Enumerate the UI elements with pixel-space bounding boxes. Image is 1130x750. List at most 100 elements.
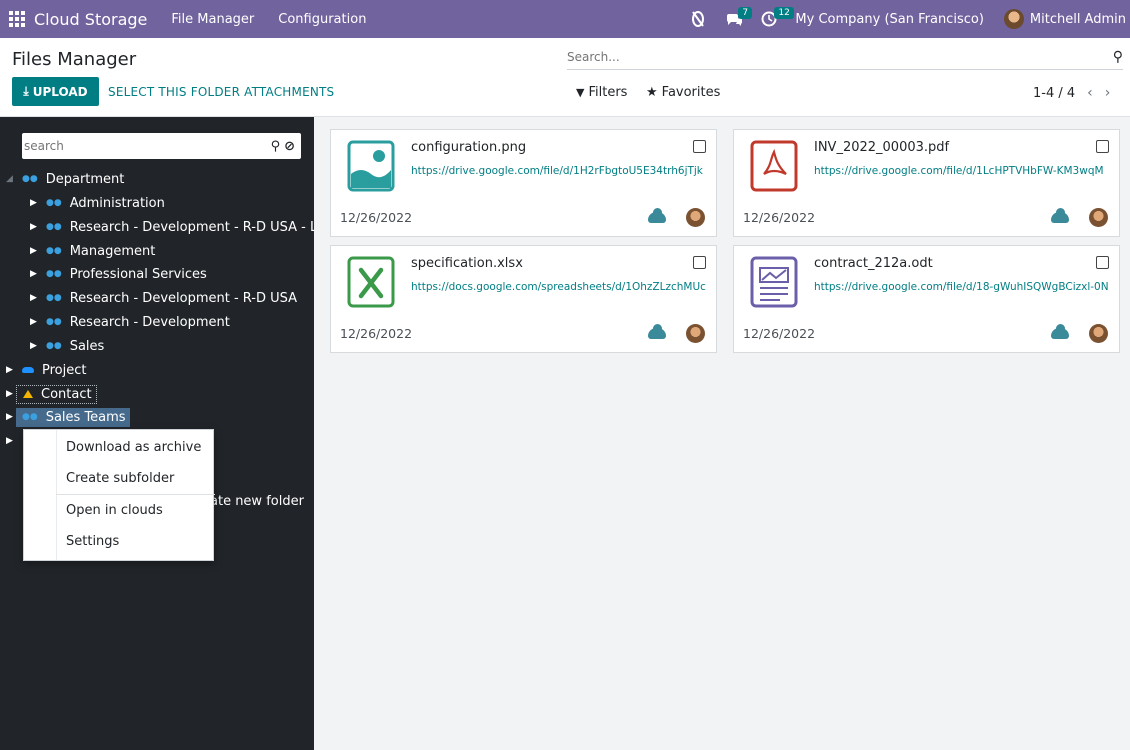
favorites-label: Favorites (661, 85, 721, 100)
file-card[interactable]: specification.xlsx https://docs.google.c… (330, 245, 717, 353)
user-avatar (1003, 9, 1024, 29)
file-url[interactable]: https://drive.google.com/file/d/1LcHPTVH… (814, 165, 1114, 177)
debug-button[interactable] (689, 10, 707, 28)
select-checkbox[interactable] (1096, 140, 1109, 153)
file-card[interactable]: configuration.png https://drive.google.c… (330, 129, 717, 237)
file-date: 12/26/2022 (743, 210, 816, 225)
select-folder-attachments-button[interactable]: SELECT THIS FOLDER ATTACHMENTS (108, 85, 334, 99)
file-card[interactable]: contract_212a.odt https://drive.google.c… (733, 245, 1120, 353)
tree-item-management[interactable]: ▶ ●● Management (30, 240, 155, 262)
search-icon[interactable]: ⚲ (271, 139, 281, 154)
tree-label: Research - Development - R-D USA - Long (69, 219, 314, 235)
activities-button[interactable]: 12 (761, 7, 794, 27)
company-switcher[interactable]: My Company (San Francisco) (795, 12, 983, 27)
select-checkbox[interactable] (693, 140, 706, 153)
folder-context-menu: Download as archive Create subfolder Ope… (23, 429, 215, 561)
caret-right-icon[interactable]: ▶ (6, 412, 16, 422)
create-new-folder-link[interactable]: ate new folder (210, 494, 304, 509)
menu-configuration[interactable]: Configuration (278, 12, 366, 27)
tree-item-department[interactable]: ◢ ●● Department (6, 168, 124, 190)
tree-item-sales-teams[interactable]: ▶ ●● Sales Teams (6, 406, 130, 428)
tree-label: Professional Services (69, 266, 207, 282)
filter-icon: ▼ (576, 86, 585, 99)
caret-right-icon[interactable]: ▶ (6, 389, 16, 399)
file-name[interactable]: specification.xlsx (411, 256, 523, 271)
tree-label: Project (42, 362, 87, 378)
contact-focus-box[interactable]: Contact (16, 384, 97, 404)
pager-next-icon[interactable]: › (1105, 85, 1111, 101)
menu-gutter (56, 430, 57, 560)
tree-item-project[interactable]: ▶ Project (6, 359, 86, 381)
caret-right-icon[interactable]: ▶ (6, 436, 16, 446)
pager-previous-icon[interactable]: ‹ (1087, 85, 1093, 101)
tree-item-professional-services[interactable]: ▶ ●● Professional Services (30, 263, 207, 285)
favorites-button[interactable]: ★ Favorites (646, 85, 720, 100)
menu-create-subfolder[interactable]: Create subfolder (66, 471, 174, 486)
file-name[interactable]: INV_2022_00003.pdf (814, 140, 949, 155)
select-checkbox[interactable] (693, 256, 706, 269)
menu-file-manager[interactable]: File Manager (171, 12, 254, 27)
tree-item-research-development[interactable]: ▶ ●● Research - Development (30, 311, 230, 333)
cloud-icon (1051, 208, 1069, 223)
file-name[interactable]: configuration.png (411, 140, 526, 155)
apps-grid-icon (9, 11, 25, 27)
apps-menu-button[interactable] (0, 0, 34, 38)
file-url[interactable]: https://docs.google.com/spreadsheets/d/1… (411, 281, 711, 293)
file-url[interactable]: https://drive.google.com/file/d/1H2rFbgt… (411, 165, 711, 177)
tree-item-administration[interactable]: ▶ ●● Administration (30, 192, 165, 214)
tree-item-rd-usa-long[interactable]: ▶ ●● Research - Development - R-D USA - … (30, 216, 314, 238)
tree-item-sales[interactable]: ▶ ●● Sales (30, 335, 104, 357)
onedrive-icon (22, 367, 34, 373)
cloud-icon: ●● (22, 412, 38, 422)
folder-search-input[interactable] (24, 139, 267, 153)
caret-right-icon[interactable]: ▶ (30, 269, 40, 279)
caret-right-icon[interactable]: ▶ (30, 317, 40, 327)
search-bar: ⚲ (567, 45, 1123, 70)
download-icon: ⤓ (23, 84, 29, 98)
pager: 1-4 / 4 ‹ › (1033, 85, 1110, 101)
pager-value[interactable]: 1-4 / 4 (1033, 86, 1075, 101)
app-name[interactable]: Cloud Storage (34, 10, 147, 29)
file-card[interactable]: INV_2022_00003.pdf https://drive.google.… (733, 129, 1120, 237)
tree-item-hidden[interactable]: ▶ (6, 430, 16, 452)
caret-right-icon[interactable]: ▶ (30, 222, 40, 232)
file-date: 12/26/2022 (340, 210, 413, 225)
tree-label: Sales Teams (45, 409, 126, 425)
cloud-icon: ●● (46, 198, 62, 208)
caret-right-icon[interactable]: ▶ (30, 198, 40, 208)
activities-badge: 12 (774, 7, 794, 19)
caret-down-icon[interactable]: ◢ (6, 174, 16, 184)
menu-open-in-clouds[interactable]: Open in clouds (66, 503, 163, 518)
sales-teams-selected[interactable]: ●● Sales Teams (16, 407, 130, 427)
cloud-icon: ●● (46, 222, 62, 232)
caret-right-icon[interactable]: ▶ (30, 341, 40, 351)
filters-button[interactable]: ▼ Filters (576, 85, 627, 100)
cloud-icon (1051, 324, 1069, 339)
messages-button[interactable]: 7 (725, 7, 753, 27)
user-menu[interactable]: Mitchell Admin (1003, 9, 1126, 29)
select-checkbox[interactable] (1096, 256, 1109, 269)
caret-right-icon[interactable]: ▶ (30, 293, 40, 303)
caret-right-icon[interactable]: ▶ (30, 246, 40, 256)
tree-item-contact[interactable]: ▶ Contact (6, 383, 97, 405)
menu-download-archive[interactable]: Download as archive (66, 440, 201, 455)
search-input[interactable] (567, 50, 1113, 64)
bug-icon (692, 11, 705, 27)
star-icon: ★ (646, 85, 658, 100)
file-name[interactable]: contract_212a.odt (814, 256, 933, 271)
tree-label: Research - Development (69, 314, 230, 330)
tree-item-rd-usa[interactable]: ▶ ●● Research - Development - R-D USA (30, 287, 297, 309)
file-date: 12/26/2022 (340, 326, 413, 341)
document-file-icon (750, 256, 798, 308)
tree-label: Administration (69, 195, 165, 211)
pdf-file-icon (750, 140, 798, 192)
upload-button[interactable]: ⤓ UPLOAD (12, 77, 99, 106)
file-url[interactable]: https://drive.google.com/file/d/18-gWuhI… (814, 281, 1114, 293)
menu-settings[interactable]: Settings (66, 534, 119, 549)
cloud-icon (648, 324, 666, 339)
search-icon[interactable]: ⚲ (1113, 49, 1123, 65)
caret-right-icon[interactable]: ▶ (6, 365, 16, 375)
cloud-icon: ●● (46, 246, 62, 256)
cloud-icon: ●● (46, 269, 62, 279)
clear-icon[interactable]: ⊘ (284, 139, 295, 154)
